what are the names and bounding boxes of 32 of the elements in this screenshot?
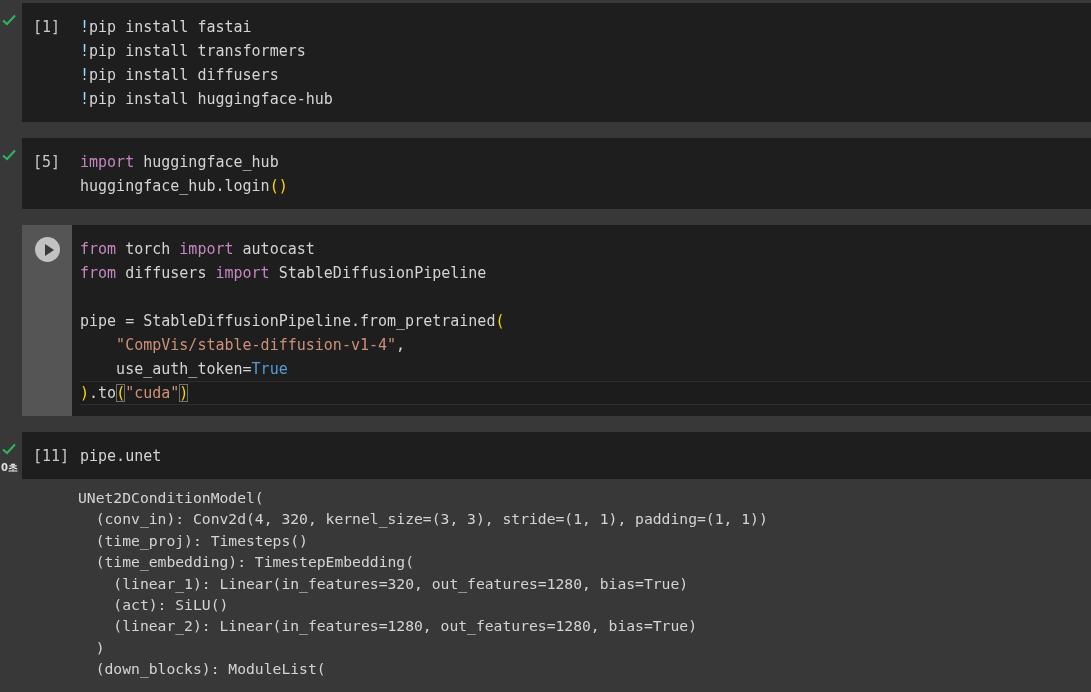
- output-line: (linear_1): Linear(in_features=320, out_features=1280, bias=True): [112, 573, 689, 595]
- output-line: ): [94, 637, 105, 658]
- code-line: pipe.unet: [80, 446, 162, 465]
- play-icon: [43, 243, 54, 256]
- output-line: (act): SiLU(): [112, 595, 229, 616]
- output-line: (down_blocks): ModuleList(: [94, 659, 326, 680]
- code-line: ).to("cuda"): [80, 383, 189, 402]
- code-line: !pip install fastai: [80, 17, 252, 36]
- code-cell[interactable]: [5] import huggingface_hub huggingface_hub.login(): [22, 138, 1091, 209]
- code-line: "CompVis/stable-diffusion-v1-4",: [115, 335, 406, 354]
- code-line: use_auth_token=True: [115, 359, 288, 378]
- code-line: !pip install diffusers: [80, 65, 279, 84]
- output-line: (time_embedding): TimestepEmbedding(: [94, 552, 415, 573]
- code-line: !pip install transformers: [80, 41, 306, 60]
- code-line: !pip install huggingface-hub: [80, 89, 333, 108]
- code-line: pipe = StableDiffusionPipeline.from_pretrained(: [80, 311, 505, 330]
- output-line: (conv_in): Conv2d(4, 320, kernel_size=(3, 3), stride=(1, 1), padding=(1, 1)): [94, 509, 768, 530]
- execution-count: [1]: [33, 17, 61, 36]
- code-cell[interactable]: [1] !pip install fastai !pip install transformers !pip install diffusers !pip install huggingface-hub: [22, 3, 1091, 122]
- elapsed-time: 0초: [1, 461, 18, 475]
- output-line: (linear_2): Linear(in_features=1280, out_features=1280, bias=True): [112, 616, 697, 637]
- code-line: huggingface_hub.login(): [80, 176, 288, 195]
- execution-count: [11]: [33, 446, 70, 465]
- code-cell[interactable]: from torch import autocast from diffusers import StableDiffusionPipeline pipe = StableDiffusionPipeline.from_pretrained( "CompVis/stable-diffusion-v1-4", use_auth_token=True ).to("cuda"): [22, 225, 1091, 416]
- code-cell[interactable]: [11] pipe.unet: [22, 432, 1091, 479]
- run-button[interactable]: [34, 237, 60, 262]
- code-line: import huggingface_hub: [80, 152, 279, 171]
- execution-count: [5]: [33, 152, 61, 171]
- code-line: from diffusers import StableDiffusionPipeline: [80, 263, 487, 282]
- output-line: UNet2DConditionModel(: [78, 488, 264, 508]
- output-line: (time_proj): Timesteps(): [94, 530, 308, 552]
- code-line: from torch import autocast: [80, 239, 315, 258]
